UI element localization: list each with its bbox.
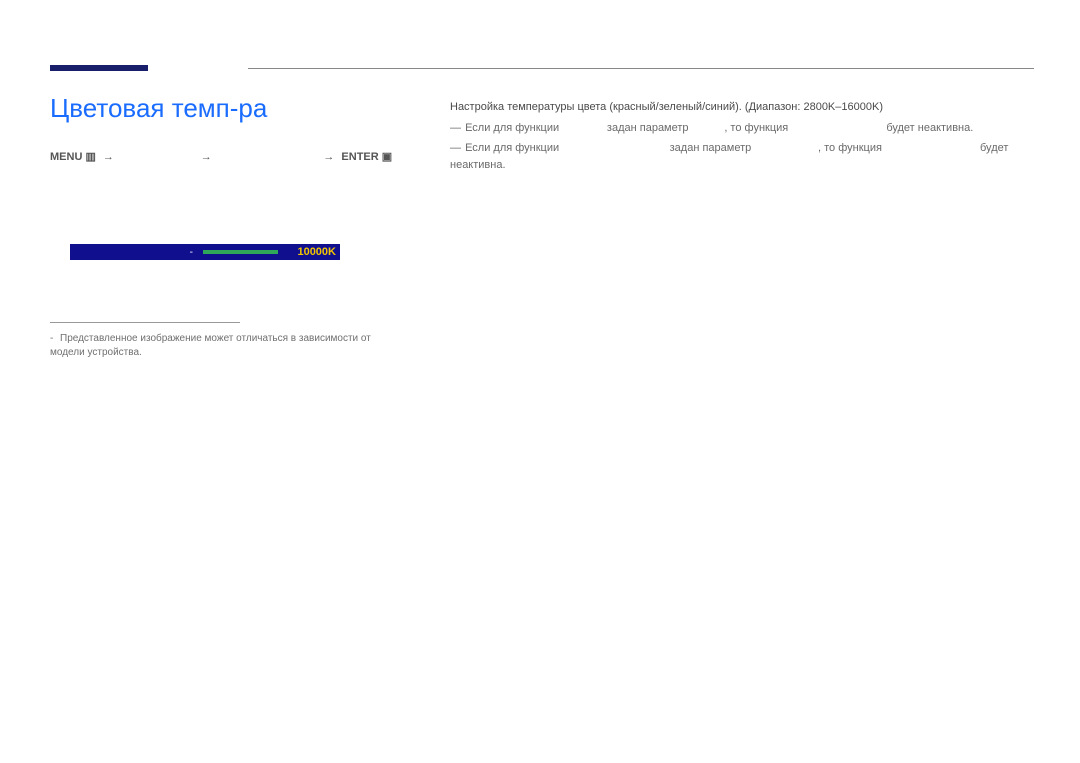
note-1-val1: Выкл.	[692, 122, 722, 134]
note-bullet: ―	[450, 140, 462, 157]
note-1-part3: , то функция	[724, 122, 791, 134]
note-bullet: ―	[450, 120, 462, 137]
note-2-val1: Калибровка	[754, 142, 815, 154]
footnote-dash: -	[50, 332, 60, 346]
page-title: Цветовая темп-ра	[50, 93, 267, 124]
note-1: ― Если для функции Оттенок задан парамет…	[450, 120, 1034, 137]
note-2-func2: Цветовая темп-ра	[885, 142, 977, 154]
footnote-divider	[50, 322, 240, 323]
header-divider	[248, 68, 1034, 69]
breadcrumb-arrow: →	[103, 151, 114, 163]
breadcrumb-menu-label: MENU	[50, 151, 82, 163]
header-accent-bar	[50, 65, 148, 71]
note-1-part2: задан параметр	[607, 122, 692, 134]
breadcrumb-enter-label: ENTER	[341, 151, 378, 163]
osd-label: Цветовая темп-ра	[78, 247, 162, 258]
note-2-part1: Если для функции	[465, 142, 562, 154]
note-2: ― Если для функции Режим изображения зад…	[450, 140, 1034, 174]
breadcrumb: MENU ▥ → Изображение → Цветовая темп-ра …	[50, 150, 392, 163]
note-2-func1: Режим изображения	[562, 142, 666, 154]
osd-minus-icon: -	[190, 247, 193, 258]
breadcrumb-arrow: →	[323, 151, 334, 163]
note-1-func1: Оттенок	[562, 122, 604, 134]
breadcrumb-item-2: Цветовая темп-ра	[219, 151, 316, 163]
osd-slider-track	[203, 250, 286, 254]
osd-color-temp-bar: Цветовая темп-ра - + 10000K	[70, 244, 340, 260]
osd-slider-fill	[203, 250, 278, 254]
note-1-func2: Цветовая темп-ра	[791, 122, 883, 134]
breadcrumb-enter-icon: ▣	[382, 151, 392, 163]
note-1-part4: будет неактивна.	[886, 122, 973, 134]
description-text: Настройка температуры цвета (красный/зел…	[450, 100, 1034, 115]
note-2-part2: задан параметр	[670, 142, 755, 154]
footnote: -Представленное изображение может отлича…	[50, 332, 400, 359]
note-1-part1: Если для функции	[465, 122, 562, 134]
osd-value: 10000K	[297, 246, 336, 258]
note-2-part3: , то функция	[818, 142, 885, 154]
footnote-text: Представленное изображение может отличат…	[50, 333, 371, 358]
breadcrumb-item-1: Изображение	[121, 151, 194, 163]
breadcrumb-arrow: →	[201, 151, 212, 163]
breadcrumb-menu-icon: ▥	[85, 151, 95, 163]
